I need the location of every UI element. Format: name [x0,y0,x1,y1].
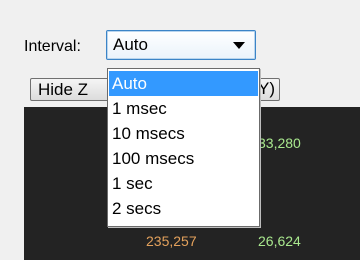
dropdown-option-auto[interactable]: Auto [109,71,258,96]
chevron-down-icon[interactable] [233,42,245,49]
stat-value-bottom-right: 26,624 [258,233,301,249]
dropdown-option-10-msecs[interactable]: 10 msecs [109,121,258,146]
dropdown-option-100-msecs[interactable]: 100 msecs [109,146,258,171]
interval-selected-value: Auto [113,35,148,54]
stat-value-top: 33,280 [258,135,301,151]
dropdown-option-1-msec[interactable]: 1 msec [109,96,258,121]
interval-dropdown-list[interactable]: Auto 1 msec 10 msecs 100 msecs 1 sec 2 s… [107,68,260,227]
dropdown-option-1-sec[interactable]: 1 sec [109,171,258,196]
interval-label: Interval: [24,38,81,55]
interval-select[interactable]: Auto [106,30,256,60]
dropdown-option-2-secs[interactable]: 2 secs [109,196,258,221]
button-label-fragment[interactable]: Y) [258,78,275,101]
stat-value-bottom-left: 235,257 [146,233,197,249]
